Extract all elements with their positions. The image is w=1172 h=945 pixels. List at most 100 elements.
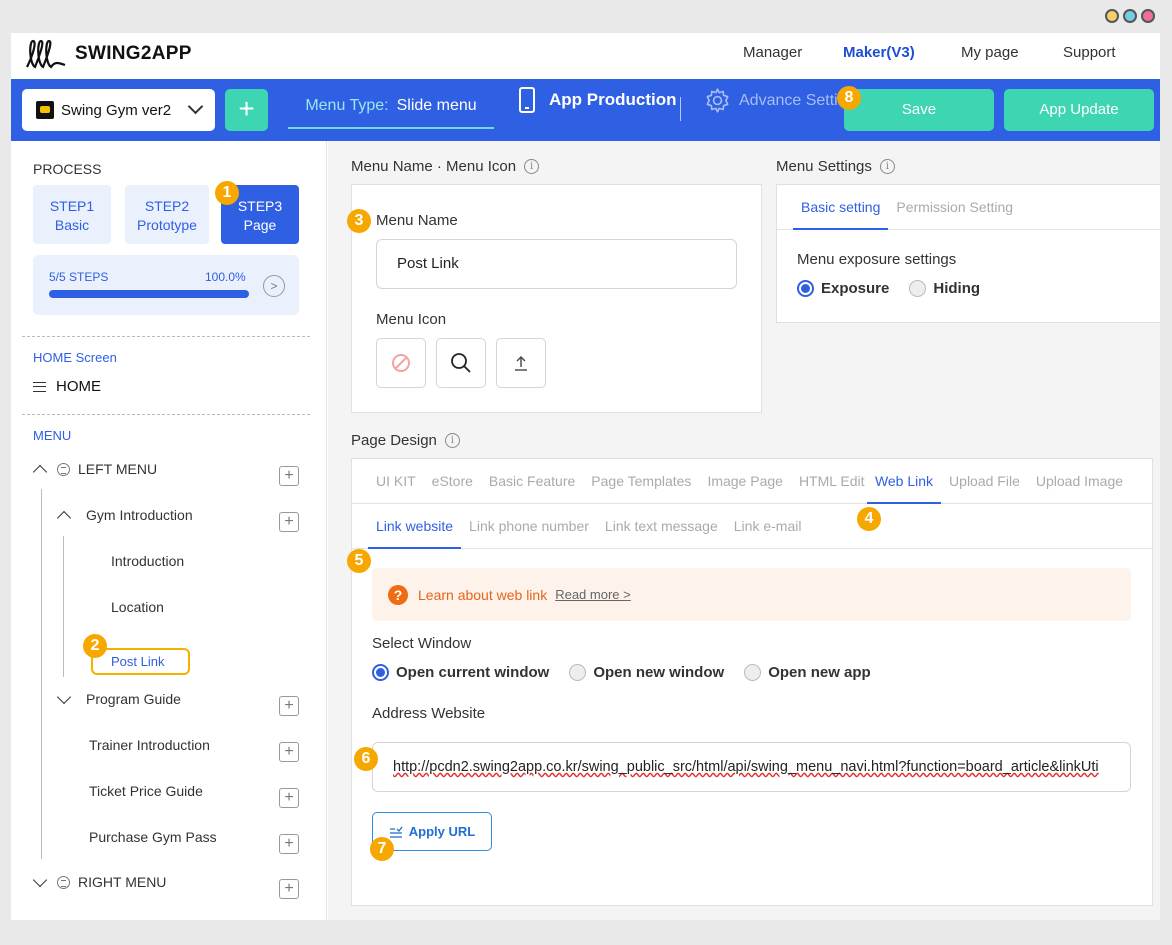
tab-upload-image[interactable]: Upload Image	[1028, 459, 1131, 503]
tab-html-edit[interactable]: HTML Edit	[791, 459, 867, 503]
search-icon-button[interactable]	[436, 338, 486, 388]
sidebar: PROCESS STEP1 Basic STEP2 Prototype STEP…	[11, 141, 327, 920]
add-submenu-button[interactable]: +	[279, 834, 299, 854]
subtab-link-phone[interactable]: Link phone number	[461, 504, 597, 548]
menu-type-label: Menu Type:	[305, 97, 389, 114]
nav-mypage[interactable]: My page	[961, 44, 1063, 61]
tab-upload-file[interactable]: Upload File	[941, 459, 1028, 503]
chevron-up-icon[interactable]	[56, 510, 72, 525]
nav-support[interactable]: Support	[1063, 44, 1160, 61]
read-more-link[interactable]: Read more >	[555, 587, 631, 602]
tree-introduction[interactable]: Introduction	[111, 553, 184, 569]
tab-page-templates[interactable]: Page Templates	[583, 459, 699, 503]
subtab-link-text[interactable]: Link text message	[597, 504, 726, 548]
add-submenu-button[interactable]: +	[279, 696, 299, 716]
app-icon	[36, 101, 54, 119]
step2-button[interactable]: STEP2 Prototype	[125, 185, 209, 244]
toolbar: Swing Gym ver2 + Menu Type: Slide menu A…	[11, 79, 1160, 141]
divider	[680, 97, 681, 121]
upload-icon-button[interactable]	[496, 338, 546, 388]
open-new-window-radio[interactable]: Open new window	[569, 664, 724, 681]
info-icon[interactable]: i	[524, 159, 540, 174]
menu-type-selector[interactable]: Menu Type: Slide menu	[288, 85, 494, 129]
progress-track	[49, 290, 249, 298]
window-dot-pink[interactable]	[1141, 9, 1155, 23]
step2-line1: STEP2	[144, 198, 190, 214]
add-submenu-button[interactable]: +	[279, 512, 299, 532]
add-button[interactable]: +	[225, 89, 268, 131]
add-submenu-button[interactable]: +	[279, 742, 299, 762]
page-design-panel: UI KIT eStore Basic Feature Page Templat…	[351, 458, 1153, 906]
open-current-window-radio[interactable]: Open current window	[372, 664, 549, 681]
tree-gym-introduction[interactable]: Gym Introduction	[56, 507, 193, 525]
hiding-radio[interactable]: Hiding	[909, 280, 980, 297]
exposure-radio[interactable]: Exposure	[797, 280, 889, 297]
top-nav: SWING2APP Manager Maker(V3) My page Supp…	[11, 33, 1160, 79]
app-window: SWING2APP Manager Maker(V3) My page Supp…	[11, 33, 1160, 920]
address-website-label: Address Website	[372, 705, 486, 722]
callout-badge-4: 4	[857, 507, 881, 531]
tree-location[interactable]: Location	[111, 599, 164, 615]
gear-icon	[706, 88, 729, 113]
step1-line1: STEP1	[49, 198, 95, 214]
question-icon: ?	[388, 584, 408, 605]
tab-basic-setting[interactable]: Basic setting	[793, 185, 889, 230]
link-subtabs: Link website Link phone number Link text…	[352, 504, 1152, 549]
forbidden-icon	[392, 354, 410, 372]
section-title-text: Menu Settings	[776, 158, 872, 175]
no-icon-button[interactable]	[376, 338, 426, 388]
subtab-link-website[interactable]: Link website	[368, 504, 462, 549]
chevron-right-icon[interactable]: >	[263, 275, 285, 297]
radio-circle	[744, 664, 762, 681]
add-submenu-button[interactable]: +	[279, 788, 299, 808]
add-submenu-button[interactable]: +	[279, 466, 299, 486]
radio-label: Open new window	[593, 664, 725, 681]
chevron-down-icon[interactable]	[56, 689, 72, 704]
window-dot-cyan[interactable]	[1123, 9, 1137, 23]
tab-image-page[interactable]: Image Page	[699, 459, 791, 503]
menu-name-input[interactable]: Post Link	[376, 239, 737, 289]
window-dot-yellow[interactable]	[1105, 9, 1119, 23]
divider	[22, 414, 310, 415]
info-icon[interactable]: i	[879, 159, 895, 174]
nav-maker[interactable]: Maker(V3)	[843, 44, 961, 61]
help-text: Learn about web link	[418, 586, 548, 603]
tree-purchase-gym-pass[interactable]: Purchase Gym Pass	[89, 829, 217, 845]
save-button[interactable]: Save	[844, 89, 994, 131]
address-website-input[interactable]: http://pcdn2.swing2app.co.kr/swing_publi…	[372, 742, 1131, 792]
app-select[interactable]: Swing Gym ver2	[22, 89, 215, 131]
tree-ticket-price-guide[interactable]: Ticket Price Guide	[89, 783, 203, 799]
menu-icon-label: Menu Icon	[376, 311, 447, 328]
app-update-button[interactable]: App Update	[1004, 89, 1154, 131]
info-icon[interactable]: i	[444, 433, 460, 448]
tab-basic-feature[interactable]: Basic Feature	[481, 459, 583, 503]
web-link-body: ? Learn about web link Read more > Selec…	[352, 549, 1152, 905]
subtab-link-email[interactable]: Link e-mail	[726, 504, 810, 548]
chevron-down-icon[interactable]	[32, 872, 48, 887]
tree-line	[41, 489, 42, 859]
home-item[interactable]: HOME	[33, 378, 101, 395]
tree-post-link[interactable]: Post Link	[91, 648, 190, 675]
menu-settings-title: Menu Settings i	[776, 158, 895, 175]
tree-left-menu[interactable]: LEFT MENU	[32, 461, 157, 479]
advance-setting-tab[interactable]: Advance Settir	[704, 87, 843, 114]
radio-circle	[372, 664, 389, 681]
tab-ui-kit[interactable]: UI KIT	[368, 459, 424, 503]
app-production-tab[interactable]: App Production	[519, 87, 676, 113]
nav-manager[interactable]: Manager	[743, 44, 843, 61]
open-new-app-radio[interactable]: Open new app	[744, 664, 871, 681]
step2-line2: Prototype	[137, 217, 197, 233]
logo[interactable]: SWING2APP	[23, 35, 192, 73]
step1-button[interactable]: STEP1 Basic	[33, 185, 111, 244]
tab-estore[interactable]: eStore	[424, 459, 481, 503]
tree-trainer-introduction[interactable]: Trainer Introduction	[89, 737, 210, 753]
section-title-text: Page Design	[351, 432, 437, 449]
tree-program-guide[interactable]: Program Guide	[56, 689, 181, 707]
read-more-label: Read more	[555, 587, 620, 602]
callout-badge-1: 1	[215, 181, 239, 205]
add-submenu-button[interactable]: +	[279, 879, 299, 899]
tab-permission-setting[interactable]: Permission Setting	[888, 185, 1021, 229]
tree-right-menu[interactable]: RIGHT MENU	[32, 872, 166, 890]
tab-web-link[interactable]: Web Link	[866, 459, 942, 504]
chevron-up-icon[interactable]	[32, 464, 48, 479]
